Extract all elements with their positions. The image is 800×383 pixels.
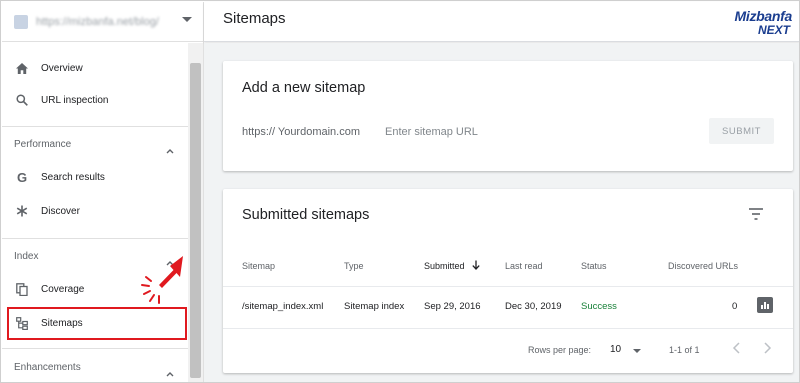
column-header-sitemap[interactable]: Sitemap xyxy=(242,261,275,271)
section-label-index: Index xyxy=(14,251,39,262)
sitemap-url-input[interactable] xyxy=(385,121,685,143)
section-label-enhancements: Enhancements xyxy=(14,362,81,373)
sidebar-item-overview[interactable]: Overview xyxy=(2,54,188,82)
divider xyxy=(223,328,793,329)
property-selector[interactable]: https://mizbanfa.net/blog/ xyxy=(2,2,203,42)
column-header-submitted[interactable]: Submitted xyxy=(424,261,465,271)
submit-button[interactable]: SUBMIT xyxy=(709,118,774,144)
sidebar-item-label: URL inspection xyxy=(41,94,109,106)
rows-per-page-select[interactable]: 10 xyxy=(610,344,621,355)
cell-submitted: Sep 29, 2016 xyxy=(424,301,481,312)
chevron-up-icon[interactable] xyxy=(166,364,174,377)
cell-discovered-urls: 0 xyxy=(732,301,738,312)
home-icon xyxy=(14,60,30,76)
annotation-arrow-icon xyxy=(141,256,183,304)
app-window: https://mizbanfa.net/blog/ Overview URL … xyxy=(0,0,800,383)
sidebar-scrollbar[interactable] xyxy=(188,43,203,382)
column-header-last-read[interactable]: Last read xyxy=(505,261,543,271)
divider xyxy=(2,348,189,349)
cell-sitemap: /sitemap_index.xml xyxy=(242,301,324,312)
chevron-up-icon[interactable] xyxy=(166,141,174,154)
cell-type: Sitemap index xyxy=(344,301,405,312)
column-header-type[interactable]: Type xyxy=(344,261,364,271)
chevron-down-icon xyxy=(182,17,192,22)
sidebar-item-label: Overview xyxy=(41,62,83,74)
copy-pages-icon xyxy=(14,281,30,297)
sidebar-item-label: Search results xyxy=(41,171,105,183)
cell-last-read: Dec 30, 2019 xyxy=(505,301,562,312)
google-g-icon: G xyxy=(16,169,28,185)
property-favicon-icon xyxy=(14,14,28,29)
divider xyxy=(223,286,793,287)
bar-chart-icon[interactable] xyxy=(757,297,773,313)
property-url: https://mizbanfa.net/blog/ xyxy=(36,15,159,28)
main-content: Add a new sitemap https:// Yourdomain.co… xyxy=(204,43,799,382)
card-title: Submitted sitemaps xyxy=(242,207,370,223)
brand-logo-top: Mizbanfa xyxy=(734,8,793,24)
chevron-right-icon[interactable] xyxy=(762,342,772,354)
chevron-down-icon[interactable] xyxy=(633,349,641,353)
scrollbar-thumb[interactable] xyxy=(190,63,201,378)
brand-logo: Mizbanfa NEXT xyxy=(700,8,793,40)
rows-per-page-label: Rows per page: xyxy=(528,345,592,355)
sort-arrow-down-icon[interactable] xyxy=(472,260,480,270)
brand-logo-bottom: NEXT xyxy=(757,23,790,37)
chevron-left-icon[interactable] xyxy=(732,342,742,354)
column-header-status[interactable]: Status xyxy=(581,261,607,271)
domain-prefix: https:// Yourdomain.com xyxy=(242,126,361,138)
sidebar-item-label: Coverage xyxy=(41,283,85,295)
sidebar-item-search-results[interactable]: G Search results xyxy=(2,163,188,191)
add-sitemap-card: Add a new sitemap https:// Yourdomain.co… xyxy=(223,61,793,171)
asterisk-icon xyxy=(14,203,30,219)
section-label-performance: Performance xyxy=(14,139,72,150)
sidebar-item-label: Discover xyxy=(41,205,80,217)
pagination-range: 1-1 of 1 xyxy=(669,345,700,355)
cell-status: Success xyxy=(581,301,617,312)
submitted-sitemaps-card: Submitted sitemaps Sitemap Type Submitte… xyxy=(223,189,793,373)
page-title: Sitemaps xyxy=(223,10,286,27)
filter-icon[interactable] xyxy=(748,207,764,221)
search-icon xyxy=(14,92,30,108)
sidebar-item-url-inspection[interactable]: URL inspection xyxy=(2,86,188,114)
sidebar-item-discover[interactable]: Discover xyxy=(2,197,188,225)
top-header: Sitemaps Mizbanfa NEXT xyxy=(204,2,799,42)
card-title: Add a new sitemap xyxy=(242,80,366,96)
divider xyxy=(2,126,189,127)
divider xyxy=(2,238,189,239)
sidebar: https://mizbanfa.net/blog/ Overview URL … xyxy=(2,2,204,382)
column-header-discovered-urls[interactable]: Discovered URLs xyxy=(668,261,738,271)
sitemaps-highlight-box xyxy=(7,307,187,340)
